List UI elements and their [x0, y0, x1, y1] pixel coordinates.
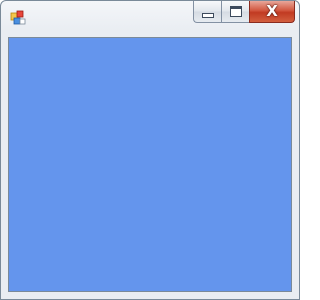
- maximize-button[interactable]: [221, 1, 249, 23]
- app-icon[interactable]: [10, 10, 26, 26]
- client-area[interactable]: [8, 37, 292, 292]
- maximize-icon: [229, 6, 242, 17]
- caption-buttons: X: [193, 1, 295, 25]
- title-bar[interactable]: X: [1, 1, 299, 31]
- minimize-button[interactable]: [193, 1, 221, 23]
- close-button[interactable]: X: [249, 1, 295, 23]
- close-icon: X: [266, 2, 278, 20]
- application-window: X: [0, 0, 300, 300]
- minimize-icon: [201, 13, 214, 18]
- app-icon-graphic: [10, 10, 26, 25]
